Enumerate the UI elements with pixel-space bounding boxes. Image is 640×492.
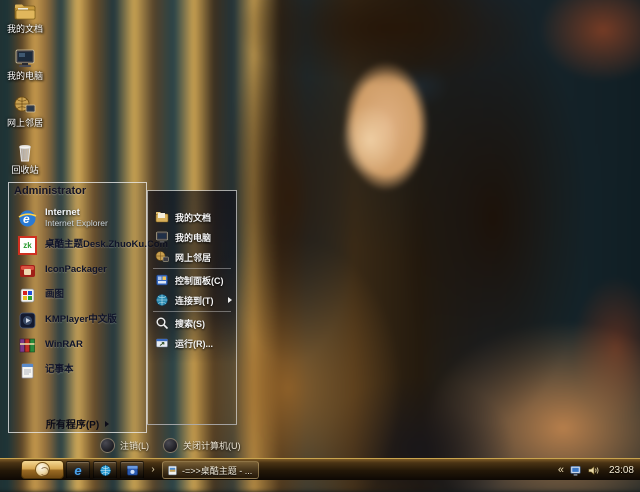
my-documents-icon [13, 2, 37, 21]
start-menu-item-control-panel[interactable]: 控制面板(C) [148, 270, 236, 290]
quick-launch-app[interactable] [120, 461, 144, 479]
start-menu-item-label: 连接到(T) [175, 294, 214, 307]
internet-explorer-icon: e [74, 464, 81, 477]
volume-tray-icon[interactable] [587, 464, 600, 477]
start-menu-right-panel: 我的文档 我的电脑 网上邻居 [147, 190, 237, 425]
recycle-bin-icon [13, 143, 37, 162]
log-off-button[interactable]: 注销(L) [100, 438, 149, 453]
start-menu-item-label: IconPackager [45, 265, 107, 276]
submenu-arrow-icon [228, 297, 232, 303]
my-computer-icon [155, 230, 169, 244]
start-button[interactable] [21, 460, 64, 479]
zhuoku-icon: zk [18, 236, 37, 255]
desktop-icon-label: 我的电脑 [2, 69, 48, 82]
desktop-icon-label: 回收站 [2, 163, 48, 176]
shut-down-icon [163, 438, 178, 453]
globe-browser-icon [99, 464, 112, 477]
desktop-icon-label: 网上邻居 [2, 116, 48, 129]
start-menu-item-winrar[interactable]: WinRAR [9, 333, 146, 358]
start-menu-item-iconpackager[interactable]: IconPackager [9, 258, 146, 283]
quick-launch-internet-explorer[interactable]: e [66, 461, 90, 479]
notepad-icon [18, 361, 37, 380]
desktop-icon-my-computer[interactable]: 我的电脑 [2, 49, 48, 94]
start-menu-item-label: 搜索(S) [175, 317, 205, 330]
paint-icon [18, 286, 37, 305]
task-button-zhuoku[interactable]: -=>>桌酷主题 - ... [162, 461, 259, 479]
quick-launch-expand-chevron[interactable]: › [148, 461, 158, 479]
shut-down-button[interactable]: 关闭计算机(U) [163, 438, 241, 453]
my-computer-icon [13, 49, 37, 68]
log-off-icon [100, 438, 115, 453]
start-menu-left-panel: Administrator e Internet Internet Explor… [8, 182, 147, 433]
control-panel-icon [155, 273, 169, 287]
start-menu-item-label: 我的文档 [175, 211, 211, 224]
all-programs-button[interactable]: 所有程序(P) [9, 415, 146, 432]
start-menu-item-sublabel: Internet Explorer [45, 219, 108, 229]
start-menu-item-notepad[interactable]: 记事本 [9, 358, 146, 383]
run-icon [155, 336, 169, 350]
kmplayer-icon [18, 311, 37, 330]
start-menu-item-connect-to[interactable]: 连接到(T) [148, 290, 236, 310]
connect-to-icon [155, 293, 169, 307]
start-menu-item-label: Internet [45, 207, 80, 218]
start-menu-footer: 注销(L) 关闭计算机(U) [100, 437, 241, 453]
internet-explorer-icon: e [18, 209, 37, 228]
start-menu-item-label: 画图 [45, 290, 64, 301]
search-icon [155, 316, 169, 330]
network-places-icon [155, 250, 169, 264]
my-documents-icon [155, 210, 169, 224]
start-menu-item-paint[interactable]: 画图 [9, 283, 146, 308]
winrar-icon [18, 336, 37, 355]
start-menu-item-my-documents[interactable]: 我的文档 [148, 207, 236, 227]
start-menu-username: Administrator [14, 185, 86, 197]
app-window-icon [126, 464, 139, 477]
taskbar: e › -=>>桌酷主题 - ... « [0, 458, 640, 480]
network-places-icon [13, 96, 37, 115]
display-tray-icon[interactable] [569, 464, 582, 477]
menu-separator [153, 311, 231, 312]
submenu-arrow-icon [105, 421, 109, 427]
system-tray: « 23:08 [558, 459, 638, 481]
desktop-icon-network-places[interactable]: 网上邻居 [2, 96, 48, 141]
menu-separator [153, 268, 231, 269]
start-menu-item-search[interactable]: 搜索(S) [148, 313, 236, 333]
start-menu-item-label: 运行(R)... [175, 337, 213, 350]
desktop-icon-my-documents[interactable]: 我的文档 [2, 2, 48, 47]
quick-launch-browser[interactable] [93, 461, 117, 479]
start-menu-item-zhuoku[interactable]: zk 桌酷主题Desk.ZhuoKu.Com [9, 233, 146, 258]
start-menu-item-kmplayer[interactable]: KMPlayer中文版 [9, 308, 146, 333]
start-menu-item-label: 网上邻居 [175, 251, 211, 264]
start-menu-item-label: 记事本 [45, 365, 74, 376]
desktop-icon-label: 我的文档 [2, 22, 48, 35]
start-menu-item-label: 我的电脑 [175, 231, 211, 244]
taskbar-clock[interactable]: 23:08 [605, 465, 638, 476]
start-menu-item-run[interactable]: 运行(R)... [148, 333, 236, 353]
tray-collapse-chevron[interactable]: « [558, 465, 564, 476]
iconpackager-icon [18, 261, 37, 280]
start-menu-item-network-places[interactable]: 网上邻居 [148, 247, 236, 267]
start-menu-item-label: 控制面板(C) [175, 274, 224, 287]
start-menu-item-my-computer[interactable]: 我的电脑 [148, 227, 236, 247]
start-menu-item-label: WinRAR [45, 340, 83, 351]
start-menu-item-internet[interactable]: e Internet Internet Explorer [9, 203, 146, 233]
start-menu-item-label: KMPlayer中文版 [45, 315, 117, 326]
start-orb-icon [35, 462, 50, 477]
theme-document-icon [167, 465, 178, 476]
